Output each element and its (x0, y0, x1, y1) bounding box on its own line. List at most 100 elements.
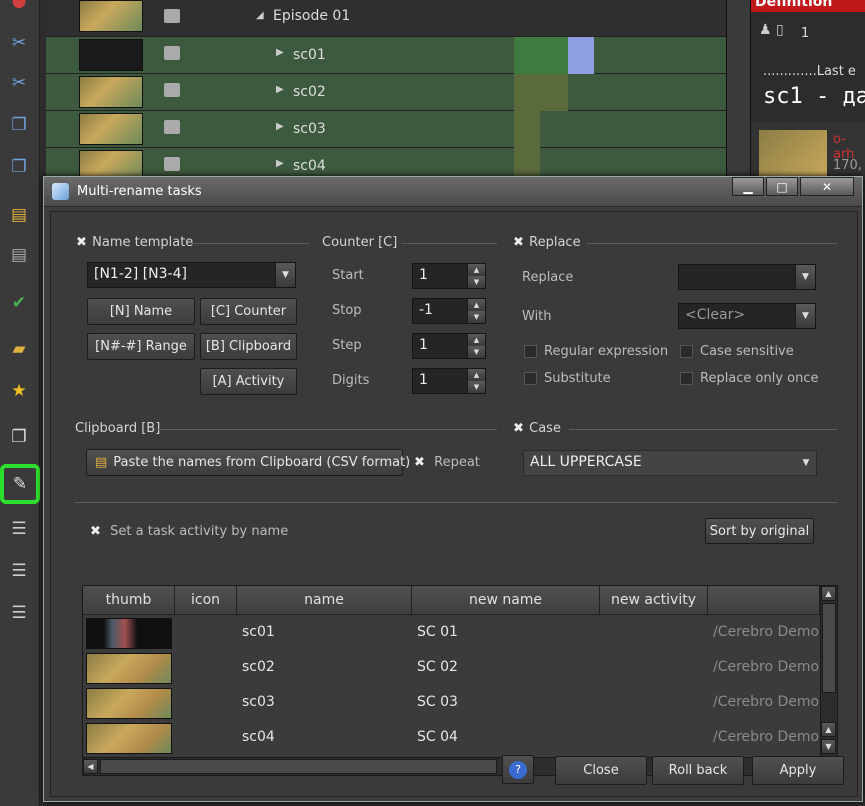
replace-once-checkbox[interactable] (680, 372, 693, 385)
thumbnail (79, 39, 143, 71)
divider (401, 243, 497, 244)
clipboard-icon: ▤ (95, 455, 108, 470)
column-header[interactable]: thumb (83, 586, 175, 615)
scroll-up-icon[interactable]: ▲ (821, 722, 836, 737)
table-row[interactable]: sc01 SC 01 /Cerebro Demo (83, 616, 820, 651)
message-item[interactable]: o-arh 170, (751, 122, 865, 180)
up-icon[interactable]: ▲ (467, 264, 485, 276)
check-icon[interactable]: ✔ (4, 288, 34, 318)
down-icon[interactable]: ▼ (467, 276, 485, 288)
scroll-down-icon[interactable]: ▼ (821, 739, 836, 754)
case-sensitive-checkbox[interactable] (680, 345, 693, 358)
scroll-up-icon[interactable]: ▲ (821, 586, 836, 601)
name-template-section[interactable]: ✖ Name template (76, 235, 193, 250)
column-header[interactable]: name (237, 586, 412, 615)
case-section[interactable]: ✖ Case (513, 421, 561, 436)
column-header[interactable]: icon (175, 586, 237, 615)
down-icon[interactable]: ▼ (467, 381, 485, 393)
cut-icon[interactable]: ✂ (4, 28, 34, 58)
cut-link-icon[interactable]: ✂ (4, 68, 34, 98)
close-button[interactable]: Close (555, 756, 647, 785)
replace-section[interactable]: ✖ Replace (513, 235, 581, 250)
activity-button[interactable]: [A] Activity (200, 368, 297, 395)
tree-row-episode[interactable]: ◢ Episode 01 (46, 0, 726, 37)
counter-button[interactable]: [C] Counter (200, 298, 297, 325)
range-button[interactable]: [N#-#] Range (87, 333, 195, 360)
expand-arrow-icon[interactable]: ◢ (256, 10, 264, 21)
with-label: With (522, 309, 552, 324)
tree-scrollbar[interactable] (726, 0, 750, 180)
paste-clipboard-button[interactable]: ▤ Paste the names from Clipboard (CSV fo… (86, 449, 410, 476)
path-cell: /Cerebro Demo (713, 659, 820, 675)
column-header[interactable]: new activity (600, 586, 708, 615)
close-window-button[interactable]: ✕ (800, 177, 854, 196)
scroll-thumb[interactable] (100, 759, 497, 774)
expand-icon[interactable]: ☰ (4, 556, 34, 586)
help-button[interactable]: ? (502, 755, 534, 784)
up-icon[interactable]: ▲ (467, 334, 485, 346)
maximize-button[interactable]: □ (766, 177, 798, 196)
expand-arrow-icon[interactable]: ▶ (276, 47, 284, 58)
copy-icon[interactable]: ❐ (4, 110, 34, 140)
dialog-titlebar[interactable]: Multi-rename tasks ▁ □ ✕ (44, 177, 862, 207)
folder-open-icon[interactable]: ▰ (4, 334, 34, 364)
expand-arrow-icon[interactable]: ▶ (276, 158, 284, 169)
table-row[interactable]: sc04 SC 04 /Cerebro Demo (83, 721, 820, 757)
expand-arrow-icon[interactable]: ▶ (276, 84, 284, 95)
minimize-button[interactable]: ▁ (732, 177, 764, 196)
record-icon[interactable]: ● (4, 0, 34, 16)
paste-link-icon[interactable]: ▤ (4, 240, 34, 270)
chevron-down-icon: ▼ (795, 265, 815, 289)
duplicate-icon[interactable]: ❐ (4, 422, 34, 452)
step-stepper[interactable]: 1 ▲ ▼ (412, 333, 486, 359)
app-icon (52, 183, 69, 200)
name-cell: sc03 (242, 694, 275, 710)
vertical-scrollbar[interactable]: ▲ ▲ ▼ (820, 586, 837, 757)
apply-button[interactable]: Apply (752, 756, 844, 785)
step-label: Step (332, 338, 362, 353)
copy-link-icon[interactable]: ❐ (4, 152, 34, 182)
new-name-cell: SC 01 (417, 624, 458, 640)
check-icon[interactable]: ✖ (513, 235, 525, 250)
up-icon[interactable]: ▲ (467, 299, 485, 311)
substitute-checkbox[interactable] (524, 372, 537, 385)
name-button[interactable]: [N] Name (87, 298, 195, 325)
divider (587, 243, 837, 244)
regex-checkbox[interactable] (524, 345, 537, 358)
multi-rename-icon[interactable]: ✎ (0, 464, 40, 504)
tree-row[interactable]: ▶ sc01 (46, 37, 726, 74)
table-row[interactable]: sc02 SC 02 /Cerebro Demo (83, 651, 820, 686)
star-icon[interactable]: ★ (4, 376, 34, 406)
start-stepper[interactable]: 1 ▲ ▼ (412, 263, 486, 289)
activity-checkbox[interactable]: ✖ Set a task activity by name (90, 524, 288, 539)
up-icon[interactable]: ▲ (467, 369, 485, 381)
table-row[interactable]: sc03 SC 03 /Cerebro Demo (83, 686, 820, 721)
with-select[interactable]: <Clear> ▼ (678, 303, 816, 329)
scroll-left-icon[interactable]: ◀ (83, 759, 98, 774)
column-header[interactable] (708, 586, 820, 615)
check-icon[interactable]: ✖ (76, 235, 88, 250)
tree-row[interactable]: ▶ sc02 (46, 74, 726, 111)
name-template-select[interactable]: [N1-2] [N3-4] ▼ (87, 262, 296, 288)
stepper-value: 1 (419, 267, 428, 283)
case-select[interactable]: ALL UPPERCASE ▼ (523, 450, 817, 476)
down-icon[interactable]: ▼ (467, 346, 485, 358)
replace-select[interactable]: ▼ (678, 264, 816, 290)
check-icon[interactable]: ✖ (513, 421, 525, 436)
column-header[interactable]: new name (412, 586, 600, 615)
paste-icon[interactable]: ▤ (4, 200, 34, 230)
sort-by-original-button[interactable]: Sort by original (705, 518, 814, 544)
collapse-icon[interactable]: ☰ (4, 514, 34, 544)
scroll-thumb[interactable] (822, 603, 836, 693)
rollback-button[interactable]: Roll back (652, 756, 744, 785)
tree-row[interactable]: ▶ sc03 (46, 111, 726, 148)
repeat-checkbox[interactable]: ✖ Repeat (414, 455, 480, 470)
case-sensitive-label: Case sensitive (700, 344, 794, 359)
name-cell: sc01 (242, 624, 275, 640)
clipboard-button[interactable]: [B] Clipboard (200, 333, 297, 360)
stop-stepper[interactable]: -1 ▲ ▼ (412, 298, 486, 324)
digits-stepper[interactable]: 1 ▲ ▼ (412, 368, 486, 394)
down-icon[interactable]: ▼ (467, 311, 485, 323)
expand-arrow-icon[interactable]: ▶ (276, 121, 284, 132)
list-icon[interactable]: ☰ (4, 598, 34, 628)
